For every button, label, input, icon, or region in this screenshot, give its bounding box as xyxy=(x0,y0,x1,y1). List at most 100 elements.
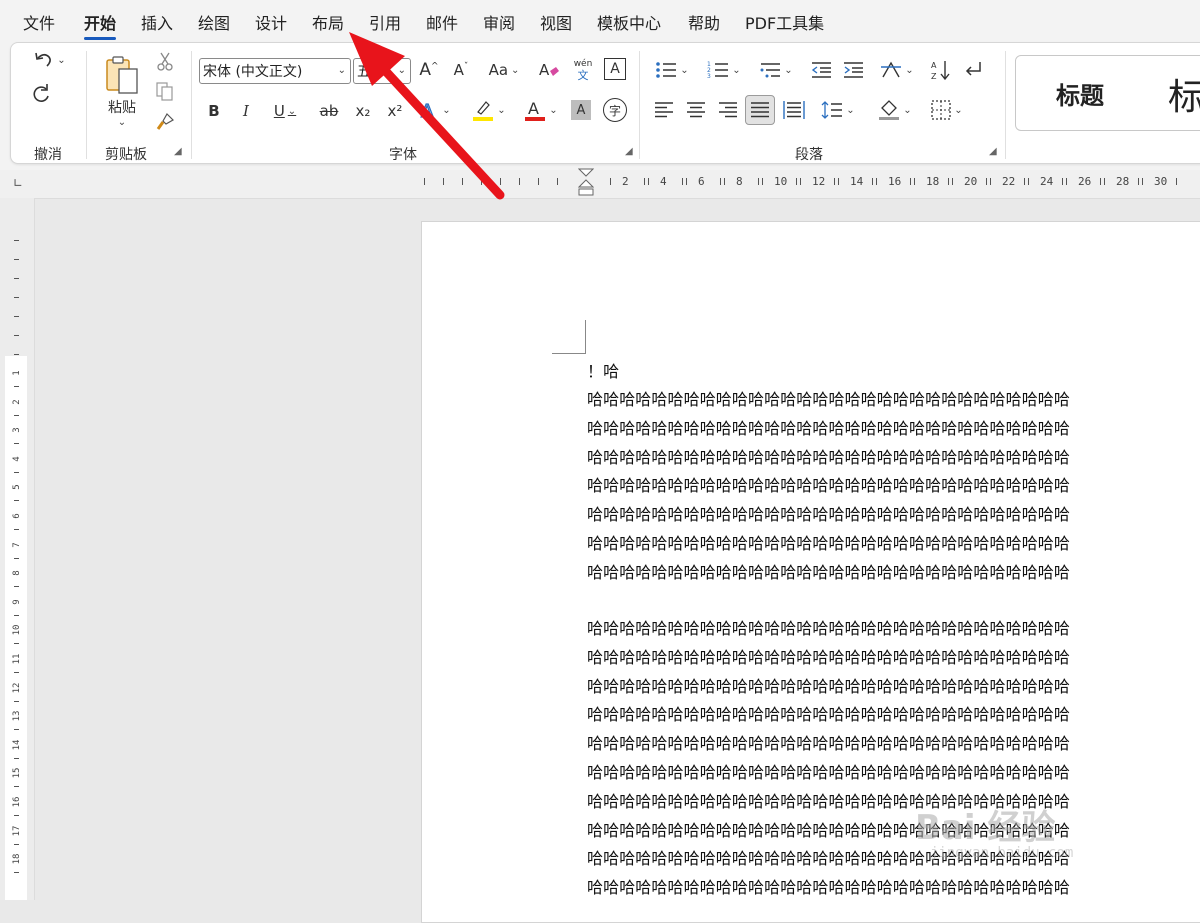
show-marks-button[interactable] xyxy=(961,57,985,83)
tab-home[interactable]: 开始 xyxy=(84,10,117,40)
ruler-tick xyxy=(682,178,683,185)
styles-gallery[interactable]: 标题 标 xyxy=(1015,55,1200,131)
ruler-tick xyxy=(14,557,19,559)
ruler-number: 4 xyxy=(12,456,22,462)
ruler-tick xyxy=(14,386,19,387)
tab-template-center[interactable]: 模板中心 xyxy=(597,10,661,34)
format-painter-icon xyxy=(156,113,174,130)
document-first-line[interactable]: ！哈 xyxy=(587,358,619,382)
copy-button[interactable] xyxy=(154,81,176,103)
document-line[interactable]: 哈哈哈哈哈哈哈哈哈哈哈哈哈哈哈哈哈哈哈哈哈哈哈哈哈哈哈哈哈哈 xyxy=(587,644,1070,668)
character-border-button[interactable]: A xyxy=(604,58,626,80)
document-line[interactable]: 哈哈哈哈哈哈哈哈哈哈哈哈哈哈哈哈哈哈哈哈哈哈哈哈哈哈哈哈哈哈 xyxy=(587,559,1070,583)
ruler-tick xyxy=(14,729,19,731)
grow-font-button[interactable]: A^ xyxy=(417,57,441,83)
tab-selector-icon[interactable]: ∟ xyxy=(13,176,23,190)
decrease-indent-button[interactable] xyxy=(809,57,833,83)
align-right-button[interactable] xyxy=(715,97,741,123)
tab-draw[interactable]: 绘图 xyxy=(198,10,230,34)
document-line[interactable]: 哈哈哈哈哈哈哈哈哈哈哈哈哈哈哈哈哈哈哈哈哈哈哈哈哈哈哈哈哈哈 xyxy=(587,444,1070,468)
tab-review[interactable]: 审阅 xyxy=(483,10,515,34)
font-size-select[interactable]: 五号 ⌄ xyxy=(353,58,411,84)
tab-references[interactable]: 引用 xyxy=(369,10,401,34)
distributed-button[interactable] xyxy=(781,97,807,123)
format-painter-button[interactable] xyxy=(154,111,176,133)
paste-button[interactable]: 粘贴 ⌄ xyxy=(101,51,143,131)
group-divider xyxy=(191,51,192,159)
tab-design[interactable]: 设计 xyxy=(255,10,287,34)
font-size-value: 五号 xyxy=(357,64,385,80)
tab-view[interactable]: 视图 xyxy=(540,10,572,34)
font-dialog-launcher-icon[interactable]: ◢ xyxy=(625,147,635,157)
undo-icon xyxy=(35,52,52,67)
strikethrough-button[interactable]: ab xyxy=(315,99,343,123)
document-line[interactable]: 哈哈哈哈哈哈哈哈哈哈哈哈哈哈哈哈哈哈哈哈哈哈哈哈哈哈哈哈哈哈 xyxy=(587,759,1070,783)
redo-button[interactable] xyxy=(27,81,55,107)
svg-text:A: A xyxy=(528,99,539,118)
tab-mailings[interactable]: 邮件 xyxy=(426,10,458,34)
tab-layout[interactable]: 布局 xyxy=(312,10,344,34)
font-color-button[interactable]: A ⌄ xyxy=(519,97,563,123)
chevron-down-icon: ⌄ xyxy=(846,104,855,116)
style-title[interactable]: 标 xyxy=(1168,68,1200,120)
indent-marker-icon[interactable] xyxy=(578,168,594,198)
enclose-characters-button[interactable]: 字 xyxy=(603,98,627,122)
text-direction-button[interactable]: ⌄ xyxy=(875,57,919,83)
document-line[interactable]: 哈哈哈哈哈哈哈哈哈哈哈哈哈哈哈哈哈哈哈哈哈哈哈哈哈哈哈哈哈哈 xyxy=(587,530,1070,554)
clear-format-button[interactable]: A xyxy=(537,57,561,83)
document-line[interactable]: 哈哈哈哈哈哈哈哈哈哈哈哈哈哈哈哈哈哈哈哈哈哈哈哈哈哈哈哈哈哈 xyxy=(587,701,1070,725)
document-line[interactable]: 哈哈哈哈哈哈哈哈哈哈哈哈哈哈哈哈哈哈哈哈哈哈哈哈哈哈哈哈哈哈 xyxy=(587,673,1070,697)
vertical-ruler[interactable]: 1 2 3 4 5 6 7 8 9 10 11 12 13 14 15 16 17 18 xyxy=(5,198,27,900)
subscript-button[interactable]: x₂ xyxy=(351,99,375,123)
ruler-number: 14 xyxy=(850,175,864,188)
clipboard-dialog-launcher-icon[interactable]: ◢ xyxy=(174,147,184,157)
shading-button[interactable]: ⌄ xyxy=(873,97,917,123)
cut-button[interactable] xyxy=(154,51,176,73)
line-spacing-button[interactable]: ⌄ xyxy=(815,97,861,123)
multilevel-list-button[interactable]: ⌄ xyxy=(755,57,797,83)
tab-insert[interactable]: 插入 xyxy=(141,10,173,34)
justify-button[interactable] xyxy=(745,95,775,125)
borders-button[interactable]: ⌄ xyxy=(925,97,969,123)
bullets-button[interactable]: ⌄ xyxy=(651,57,693,83)
ruler-number: 7 xyxy=(12,541,22,548)
superscript-label: x² xyxy=(387,102,403,120)
ruler-number: 5 xyxy=(12,484,22,491)
ruler-tick xyxy=(14,843,19,845)
horizontal-ruler[interactable]: 2 4 6 8 10 12 14 16 18 20 22 24 26 28 30 xyxy=(420,168,1200,196)
paragraph-dialog-launcher-icon[interactable]: ◢ xyxy=(989,147,999,157)
document-line[interactable]: 哈哈哈哈哈哈哈哈哈哈哈哈哈哈哈哈哈哈哈哈哈哈哈哈哈哈哈哈哈哈 xyxy=(587,874,1070,898)
align-left-button[interactable] xyxy=(651,97,677,123)
superscript-button[interactable]: x² xyxy=(383,99,407,123)
align-center-button[interactable] xyxy=(683,97,709,123)
italic-button[interactable]: I xyxy=(235,99,257,123)
shrink-font-button[interactable]: Aˇ xyxy=(449,57,473,83)
document-line[interactable]: 哈哈哈哈哈哈哈哈哈哈哈哈哈哈哈哈哈哈哈哈哈哈哈哈哈哈哈哈哈哈 xyxy=(587,386,1070,410)
phonetic-guide-button[interactable]: wén 文 xyxy=(571,55,595,85)
numbering-button[interactable]: 123 ⌄ xyxy=(703,57,745,83)
text-effects-button[interactable]: A ⌄ xyxy=(415,97,455,123)
tab-pdf-tools[interactable]: PDF工具集 xyxy=(745,10,824,34)
tab-help[interactable]: 帮助 xyxy=(688,10,720,34)
style-heading[interactable]: 标题 xyxy=(1056,76,1104,111)
character-shading-button[interactable]: A xyxy=(571,100,591,120)
change-case-button[interactable]: Aa ⌄ xyxy=(483,57,525,83)
tab-file[interactable]: 文件 xyxy=(23,10,55,34)
bold-button[interactable]: B xyxy=(203,99,225,123)
sort-button[interactable]: AZ xyxy=(929,57,953,83)
ruler-number: 18 xyxy=(12,853,22,865)
underline-button[interactable]: U ⌄ xyxy=(265,99,305,123)
document-line[interactable]: 哈哈哈哈哈哈哈哈哈哈哈哈哈哈哈哈哈哈哈哈哈哈哈哈哈哈哈哈哈哈 xyxy=(587,472,1070,496)
font-name-select[interactable]: 宋体 (中文正文) ⌄ xyxy=(199,58,351,84)
ruler-tick xyxy=(1138,178,1139,185)
paint-bucket-icon xyxy=(879,100,900,120)
document-line[interactable]: 哈哈哈哈哈哈哈哈哈哈哈哈哈哈哈哈哈哈哈哈哈哈哈哈哈哈哈哈哈哈 xyxy=(587,730,1070,754)
document-line[interactable]: 哈哈哈哈哈哈哈哈哈哈哈哈哈哈哈哈哈哈哈哈哈哈哈哈哈哈哈哈哈哈 xyxy=(587,615,1070,639)
ruler-tick xyxy=(724,178,725,185)
increase-indent-button[interactable] xyxy=(841,57,865,83)
undo-button[interactable]: ⌄ xyxy=(29,49,69,71)
document-line[interactable]: 哈哈哈哈哈哈哈哈哈哈哈哈哈哈哈哈哈哈哈哈哈哈哈哈哈哈哈哈哈哈 xyxy=(587,501,1070,525)
highlight-color-button[interactable]: ⌄ xyxy=(467,97,511,123)
chevron-down-icon: ⌄ xyxy=(511,64,520,76)
document-line[interactable]: 哈哈哈哈哈哈哈哈哈哈哈哈哈哈哈哈哈哈哈哈哈哈哈哈哈哈哈哈哈哈 xyxy=(587,415,1070,439)
